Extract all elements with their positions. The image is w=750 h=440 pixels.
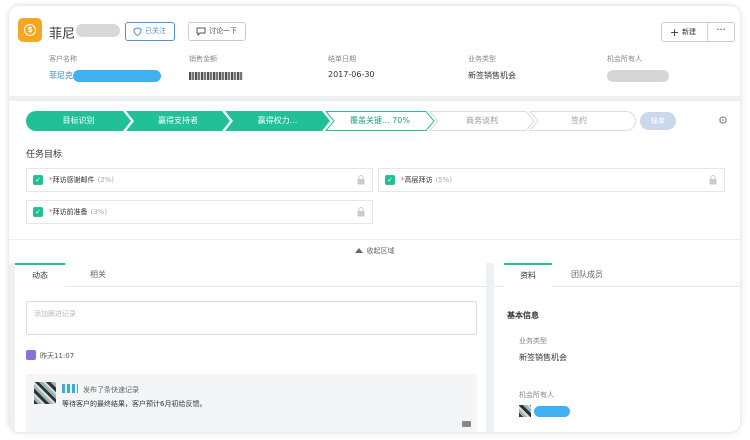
info-label-business-type: 业务类型 [519, 337, 547, 345]
plus-icon: + [670, 26, 680, 39]
follow-button[interactable]: 已关注 [125, 22, 175, 41]
collapse-toggle[interactable]: 收起区域 [9, 239, 740, 263]
section-title: 基本信息 [507, 311, 539, 320]
more-button[interactable]: ··· [707, 22, 735, 42]
feed-text: 等待客户的最终结果，客户预计6月初给反馈。 [62, 400, 207, 408]
tab-info[interactable]: 资料 [504, 263, 552, 287]
task-item[interactable]: ✓ *高层拜访 (5%) [378, 168, 725, 192]
owner-redacted [607, 70, 669, 82]
field-value-close-date: 2017-06-30 [328, 70, 375, 79]
page-title: 菲尼 [49, 27, 76, 42]
field-label-owner: 机会所有人 [607, 55, 642, 63]
field-value-business-type: 新签销售机会 [468, 71, 516, 80]
customer-name-redacted [73, 70, 161, 82]
task-item[interactable]: ✓ *拜访前准备 (3%) [26, 200, 373, 224]
follow-up-input[interactable]: 添加跟进记录 [26, 301, 477, 335]
task-goals-title: 任务目标 [26, 150, 63, 160]
lose-button[interactable]: 输单 [640, 112, 676, 130]
task-weight: (5%) [435, 176, 453, 184]
discuss-button-label: 讨论一下 [209, 27, 237, 35]
stage-3[interactable]: 赢得权力... [225, 111, 330, 131]
stage-4[interactable]: 覆盖关键... 70% [325, 111, 435, 131]
task-label: 拜访感谢邮件 [52, 176, 95, 184]
feed-date: 昨天11:07 [26, 350, 74, 361]
info-value-business-type: 新签销售机会 [519, 353, 567, 362]
follow-button-label: 已关注 [145, 27, 166, 35]
gear-icon[interactable]: ⚙ [718, 114, 728, 127]
task-label: 拜访前准备 [52, 208, 88, 216]
tab-activity[interactable]: 动态 [15, 263, 65, 287]
info-tabs: 资料 团队成员 [494, 263, 740, 287]
opportunity-header: $ 菲尼 已关注 讨论一下 + 新建 ··· 客户名称 菲尼克 销售金额 结单日… [9, 6, 740, 96]
collapse-label: 收起区域 [366, 247, 395, 255]
owner-name-redacted [534, 406, 570, 417]
title-redacted [76, 24, 120, 37]
stage-2[interactable]: 赢得支持者 [126, 111, 230, 131]
info-panel: 资料 团队成员 基本信息 业务类型 新签销售机会 机会所有人 [494, 263, 740, 432]
info-label-owner: 机会所有人 [519, 391, 554, 399]
amount-redacted [189, 72, 243, 80]
stage-1[interactable]: 目标识别 [26, 111, 131, 131]
field-value-customer[interactable]: 菲尼克 [49, 70, 73, 81]
task-item[interactable]: ✓ *拜访感谢邮件 (2%) [26, 168, 373, 192]
shield-heart-icon [133, 27, 142, 36]
task-weight: (3%) [90, 208, 108, 216]
author-name-redacted [62, 384, 78, 393]
owner-avatar[interactable] [519, 405, 531, 417]
app-window: $ 菲尼 已关注 讨论一下 + 新建 ··· 客户名称 菲尼克 销售金额 结单日… [9, 6, 740, 432]
tab-related[interactable]: 相关 [73, 263, 123, 287]
field-label-business-type: 业务类型 [468, 55, 496, 63]
stage-5[interactable]: 商务谈判 [429, 111, 535, 131]
avatar[interactable] [34, 382, 56, 404]
activity-tabs: 动态 相关 [15, 263, 486, 287]
feed-date-label: 昨天11:07 [40, 352, 75, 360]
stage-panel: 目标识别 赢得支持者 赢得权力... 覆盖关键... 70% 商务谈判 签约 输… [9, 101, 740, 263]
new-button[interactable]: + 新建 [661, 22, 708, 42]
feed-item: 发布了条快速记录 等待客户的最终结果，客户预计6月初给反馈。 [26, 374, 477, 432]
tab-team-members[interactable]: 团队成员 [558, 263, 616, 287]
lock-icon [357, 175, 365, 185]
feed-meta: 发布了条快速记录 [83, 386, 139, 394]
chat-bubble-icon [196, 27, 206, 36]
eject-icon [354, 248, 363, 253]
field-label-close-date: 结单日期 [328, 55, 356, 63]
field-label-amount: 销售金额 [189, 55, 217, 63]
task-weight: (2%) [97, 176, 115, 184]
comment-icon[interactable] [462, 421, 471, 427]
stage-6[interactable]: 签约 [529, 111, 629, 131]
lock-icon [709, 175, 717, 185]
new-button-label: 新建 [682, 28, 696, 36]
calendar-icon [26, 350, 36, 360]
checkbox-checked-icon[interactable]: ✓ [385, 175, 395, 185]
activity-panel: 动态 相关 添加跟进记录 昨天11:07 发布了条快速记录 等待客户的最终结果，… [15, 263, 486, 432]
opportunity-logo-icon: $ [18, 18, 42, 42]
discuss-button[interactable]: 讨论一下 [188, 22, 246, 41]
lock-icon [357, 207, 365, 217]
checkbox-checked-icon[interactable]: ✓ [33, 175, 43, 185]
field-label-customer: 客户名称 [49, 55, 77, 63]
checkbox-checked-icon[interactable]: ✓ [33, 207, 43, 217]
task-label: 高层拜访 [404, 176, 433, 184]
